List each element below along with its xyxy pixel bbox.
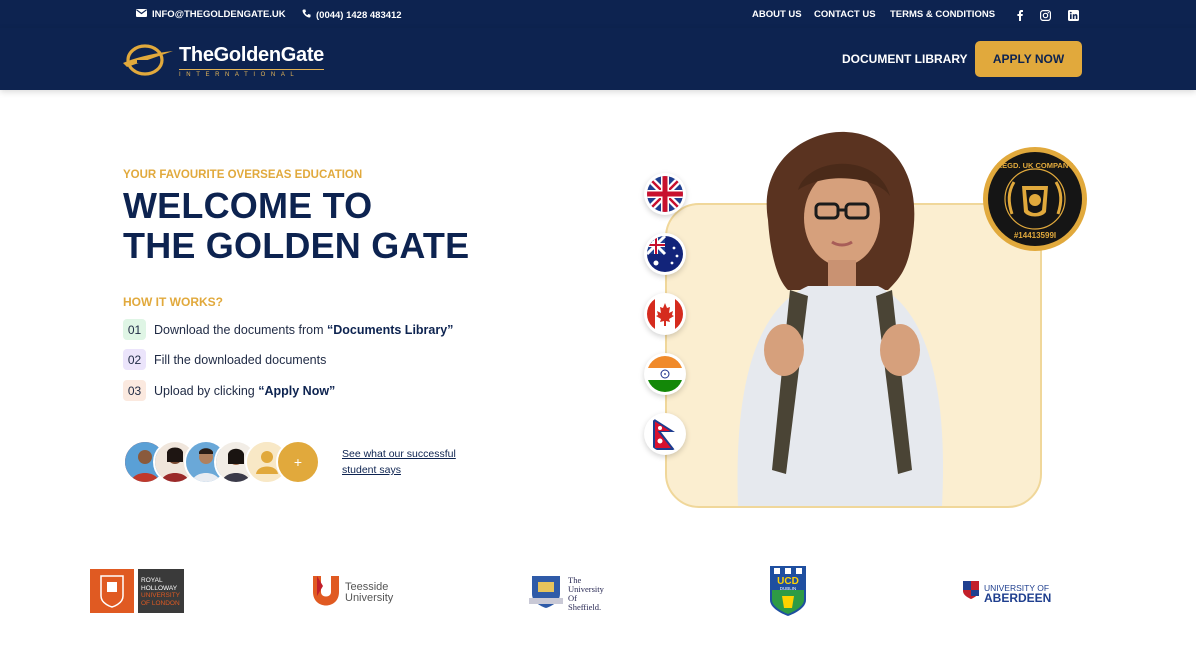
logo-subtitle: INTERNATIONAL [179,69,325,78]
hero-eyebrow: YOUR FAVOURITE OVERSEAS EDUCATION [123,169,363,181]
teesside-line: Teesside [345,580,389,593]
logo-title: TheGoldenGate [179,44,325,66]
step-text: Download the documents from “Documents L… [154,323,453,337]
rh-line: UNIVERSITY [141,592,181,599]
how-it-works-heading: HOW IT WORKS? [123,295,223,309]
nepal-flag-icon[interactable] [644,413,686,455]
aberdeen-wordmark: UNIVERSITY OF ABERDEEN [984,583,1052,605]
top-bar: INFO@THEGOLDENGATE.UK (0044) 1428 483412… [0,0,1196,28]
terms-link[interactable]: TERMS & CONDITIONS [890,9,995,20]
phone-link[interactable]: (0044) 1428 483412 [316,10,402,21]
sheffield-wordmark: The University Of Sheffield. [568,575,604,612]
site-logo[interactable]: TheGoldenGate INTERNATIONAL [123,41,324,82]
main-navbar: TheGoldenGate INTERNATIONAL DOCUMENT LIB… [0,28,1196,90]
contact-us-link[interactable]: CONTACT US [814,9,876,20]
hero-title: WELCOME TO THE GOLDEN GATE [123,186,469,266]
step-text: Fill the downloaded documents [154,352,327,367]
aberdeen-logo[interactable]: UNIVERSITY OF ABERDEEN [962,580,1051,605]
step-number: 03 [123,380,146,401]
step-item: 01 Download the documents from “Document… [123,319,453,340]
step-text-plain: Download the documents from [154,322,328,337]
step-text: Upload by clicking “Apply Now” [154,384,335,398]
logo-emblem-icon [123,41,173,82]
step-number: 02 [123,349,146,370]
logo-text-block: TheGoldenGate INTERNATIONAL [179,45,324,78]
uk-flag-icon[interactable] [644,173,686,215]
teesside-mark-icon [311,574,341,611]
crest-icon [90,569,134,613]
canada-flag-icon[interactable] [644,293,686,335]
step-text-plain: Upload by clicking [154,383,259,398]
ucd-logo[interactable]: UCD DUBLIN [768,564,808,618]
rh-line: HOLLOWAY [141,584,178,592]
sheffield-line: Sheffield. [568,601,602,612]
mail-icon [136,9,147,20]
ucd-sub-text: DUBLIN [780,586,797,591]
step-number: 01 [123,319,146,340]
royal-holloway-logo[interactable]: ROYAL HOLLOWAY UNIVERSITY OF LONDON [90,569,184,613]
rh-line: ROYAL [141,577,163,584]
about-us-link[interactable]: ABOUT US [752,9,802,20]
testimonial-link[interactable]: See what our successful student says [342,446,472,478]
sheffield-logo[interactable]: The University Of Sheffield. [528,572,604,615]
teesside-logo[interactable]: Teesside University [311,574,393,611]
sheffield-crest-icon [528,572,564,615]
aberdeen-crest-icon [962,580,980,605]
aberdeen-line: ABERDEEN [984,590,1052,605]
australia-flag-icon[interactable] [644,233,686,275]
seal-top-text: REGD. UK COMPANY [997,161,1074,170]
ucd-crest-icon: UCD DUBLIN [770,566,806,616]
step-text-bold: “Documents Library” [327,322,454,337]
hero-title-line1: WELCOME TO [123,185,373,226]
uk-company-seal: REGD. UK COMPANY #14413599I [982,146,1088,252]
step-item: 03 Upload by clicking “Apply Now” [123,380,335,401]
rh-line: OF LONDON [141,599,180,607]
phone-contact[interactable]: (0044) 1428 483412 [302,9,402,21]
linkedin-icon[interactable] [1067,9,1079,21]
email-contact[interactable]: INFO@THEGOLDENGATE.UK [136,9,286,20]
facebook-icon[interactable] [1014,9,1026,21]
email-link[interactable]: INFO@THEGOLDENGATE.UK [152,9,286,20]
university-logos: ROYAL HOLLOWAY UNIVERSITY OF LONDON Tees… [0,560,1196,620]
document-library-link[interactable]: DOCUMENT LIBRARY [842,52,968,66]
student-photo [728,130,948,506]
seal-bottom-text: #14413599I [1014,231,1056,240]
apply-now-button[interactable]: APPLY NOW [975,41,1082,77]
royal-holloway-wordmark: ROYAL HOLLOWAY UNIVERSITY OF LONDON [138,569,184,613]
more-avatars-icon[interactable]: + [276,440,320,484]
hero-title-line2: THE GOLDEN GATE [123,225,470,266]
india-flag-icon[interactable] [644,353,686,395]
step-text-bold: “Apply Now” [258,383,336,398]
step-item: 02 Fill the downloaded documents [123,349,326,370]
phone-icon [302,9,311,21]
teesside-line: University [345,591,394,604]
instagram-icon[interactable] [1039,9,1051,21]
student-avatars: + [123,440,323,484]
teesside-wordmark: Teesside University [345,580,394,604]
